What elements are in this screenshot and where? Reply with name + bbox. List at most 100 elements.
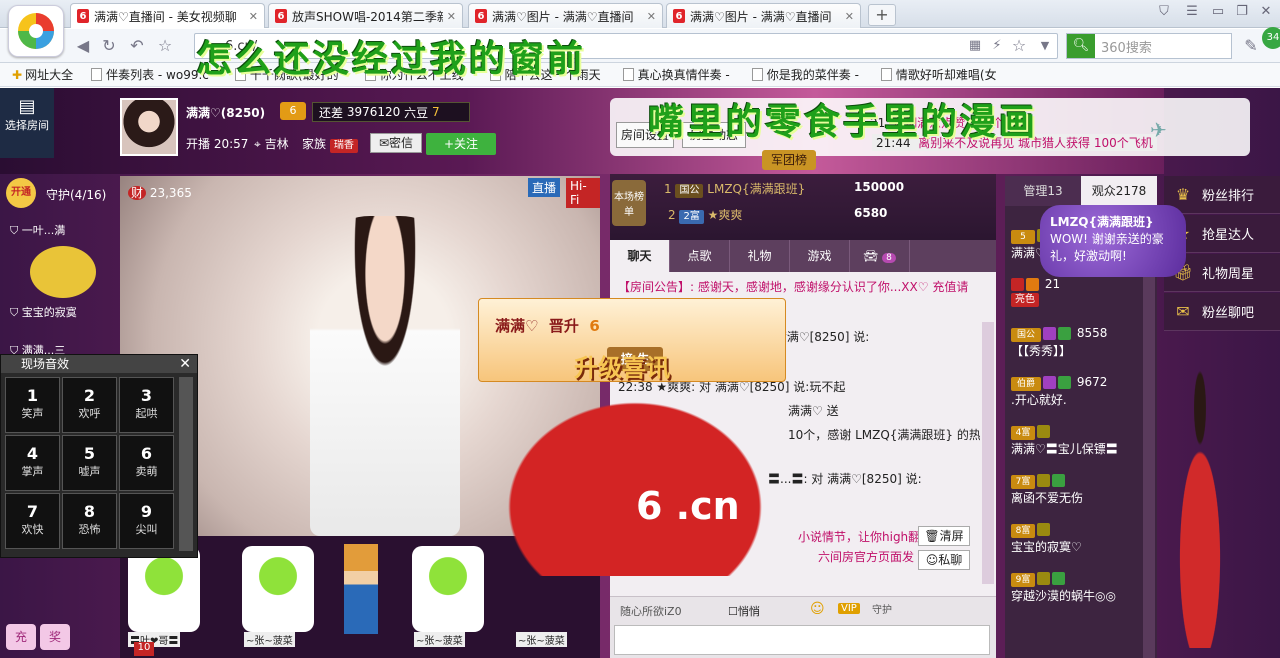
chat-scrollbar[interactable] (982, 322, 994, 584)
effects-scrollbar[interactable] (179, 377, 193, 551)
minimize-icon[interactable]: ▭ (1206, 3, 1230, 21)
whisper-checkbox[interactable]: ☐悄悄 (728, 603, 760, 619)
chat-target[interactable]: 随心所欲iZ0 (620, 603, 682, 619)
army-ranking-button[interactable]: 军团榜 (762, 150, 816, 170)
sound-effects-panel: 现场音效 ✕ 1 笑声 2 欢呼 3 起哄 4 掌声 5 嘘声 6 卖萌 7 欢快 8 恐怖 9尖… (0, 354, 198, 558)
bookmark-5[interactable]: 真心换真情伴奏 - (622, 66, 730, 83)
effect-button[interactable]: 1 笑声 (5, 377, 60, 433)
audience-user[interactable]: 8富 宝宝的寂寞♡ (1005, 518, 1157, 567)
close-icon[interactable]: ✕ (647, 10, 656, 23)
six-logo-icon: 6 (475, 9, 487, 23)
mail-icon: ✉ (378, 136, 390, 150)
family: 家族 瑞香 (302, 135, 358, 153)
vip-icon[interactable]: VIP (838, 603, 860, 614)
audience-user[interactable]: 7富 离函不爱无伤 (1005, 469, 1157, 518)
effect-button[interactable]: 8 恐怖 (62, 493, 117, 549)
close-icon[interactable]: ✕ (845, 10, 854, 23)
close-window-icon[interactable]: ✕ (1254, 3, 1278, 21)
start-time: 开播 20:57 (186, 137, 249, 151)
thanks-bubble: LMZQ{满满跟班} WOW! 谢谢亲送的豪礼，好激动啊! (1040, 205, 1186, 277)
car-icon: 🚘︎ (863, 249, 879, 263)
tab-gift[interactable]: 礼物 (730, 240, 790, 272)
shirt-icon[interactable]: ⛉ (1152, 3, 1176, 21)
close-icon[interactable]: ✕ (447, 10, 456, 23)
upgrade-text: 满满♡ 晋升 6 (495, 317, 600, 335)
tab-viewers[interactable]: 观众2178 (1081, 176, 1157, 206)
open-guard-button[interactable]: 开通 (6, 178, 36, 208)
tab-live-room[interactable]: 6 满满♡直播间 - 美女视频聊 ✕ (70, 3, 265, 28)
tab-song[interactable]: 点歌 (670, 240, 730, 272)
guard-member[interactable]: ⛉ 一叶...满 (10, 222, 65, 238)
back-icon[interactable]: ◀ (72, 36, 94, 56)
bookmark-1[interactable]: 伴奏列表 - wo99.c (91, 66, 209, 83)
tab-chat[interactable]: 聊天 (610, 240, 670, 272)
six-logo-icon: 6 (77, 9, 89, 23)
seat-avatar-alien-icon[interactable] (242, 546, 314, 632)
seat-avatar-alien-icon[interactable] (128, 546, 200, 632)
close-icon[interactable]: ✕ (249, 10, 258, 23)
lyric-line-2: 嘴里的零食手里的漫画 (648, 101, 1039, 143)
audience-user[interactable]: 伯爵 9672 .开心就好. (1005, 371, 1157, 420)
effect-button[interactable]: 9 尖叫 (119, 493, 174, 549)
prize-button[interactable]: 奖 (40, 624, 70, 650)
audience-user[interactable]: 9富 穿越沙漠的蜗牛◎◎ (1005, 567, 1157, 616)
qr-icon[interactable]: ▦ (964, 36, 986, 56)
effect-button[interactable]: 6 卖萌 (119, 435, 174, 491)
bookmark-7[interactable]: 情歌好听却难唱(女 (880, 66, 997, 83)
k-badge-icon (1058, 376, 1071, 389)
search-box[interactable]: 🔍︎ 360搜索 (1066, 33, 1232, 59)
guard-badge-icon[interactable]: 守护 (872, 601, 892, 616)
effect-button[interactable]: 3 起哄 (119, 377, 174, 433)
charge-button[interactable]: 充 (6, 624, 36, 650)
select-room-button[interactable]: ▤ 选择房间 (0, 88, 54, 158)
bookmark-6[interactable]: 你是我的菜伴奏 - (751, 66, 859, 83)
clear-screen-button[interactable]: 🗑︎清屏 (918, 526, 970, 546)
notification-badge[interactable]: 34 (1262, 27, 1280, 49)
refresh-icon[interactable]: ↻ (98, 36, 120, 56)
page-icon (880, 68, 892, 81)
tab-car[interactable]: 🚘︎ 8 (850, 240, 910, 272)
six-cn-car-logo: 6 .cn (636, 484, 740, 528)
emoji-icon[interactable]: ☺ (810, 601, 825, 617)
lightning-icon[interactable]: ⚡ (986, 36, 1008, 56)
guard-member[interactable]: ⛉ 宝宝的寂寞 (10, 304, 77, 320)
favorite-star-icon[interactable]: ☆ (1008, 36, 1030, 56)
cartoon-avatar[interactable] (344, 544, 378, 634)
tab-game[interactable]: 游戏 (790, 240, 850, 272)
fans-chat-button[interactable]: ✉ 粉丝聊吧 (1164, 293, 1280, 331)
bookmark-0[interactable]: ✚ 网址大全 (12, 66, 73, 83)
tools-icon[interactable]: ✎ (1240, 36, 1262, 56)
audience-user[interactable]: 21 亮色 (1005, 273, 1157, 322)
guard-title: 守护(4/16) (46, 188, 107, 202)
fans-ranking-button[interactable]: ♛ 粉丝排行 (1164, 176, 1280, 214)
tab-pictures-2[interactable]: 6 满满♡图片 - 满满♡直播间 ✕ (666, 3, 861, 28)
audience-user[interactable]: 4富 满满♡〓宝儿保镖〓 (1005, 420, 1157, 469)
tab-pictures-1[interactable]: 6 满满♡图片 - 满满♡直播间 ✕ (468, 3, 663, 28)
browser-logo-icon[interactable] (8, 5, 64, 57)
close-icon[interactable]: ✕ (179, 355, 191, 373)
new-tab-button[interactable]: + (868, 4, 896, 26)
v-badge-icon (1043, 327, 1056, 340)
tab-admins[interactable]: 管理13 (1005, 176, 1081, 206)
host-avatar[interactable] (120, 98, 178, 156)
message-button[interactable]: ✉密信 (370, 133, 422, 153)
chat-input[interactable] (614, 625, 990, 655)
tab-show[interactable]: 6放声SHOW唱-2014第二季新秀✕ (268, 3, 463, 28)
hifi-badge: Hi-Fi (566, 178, 600, 208)
dropdown-icon[interactable]: ▼ (1034, 36, 1056, 56)
search-icon: 🔍︎ (1067, 34, 1095, 58)
effect-button[interactable]: 2 欢呼 (62, 377, 117, 433)
checkbox-icon: ☐ (728, 605, 738, 618)
menu-icon[interactable]: ☰ (1180, 3, 1204, 21)
private-chat-button[interactable]: ☺私聊 (918, 550, 970, 570)
audience-user[interactable]: 国公 8558 【【秀秀】】 (1005, 322, 1157, 371)
effect-button[interactable]: 5 嘘声 (62, 435, 117, 491)
restore-icon[interactable]: ❐ (1230, 3, 1254, 21)
effect-button[interactable]: 4 掌声 (5, 435, 60, 491)
seat-name: ~张~菠菜 (516, 632, 567, 647)
undo-icon[interactable]: ↶ (126, 36, 148, 56)
follow-button[interactable]: +关注 (426, 133, 496, 155)
ranking-panel: 本场榜单 1 国公 LMZQ{满满跟班} 150000 2 2富 ★爽爽 6580 (610, 174, 996, 240)
star-icon[interactable]: ☆ (154, 36, 176, 56)
effect-button[interactable]: 7 欢快 (5, 493, 60, 549)
